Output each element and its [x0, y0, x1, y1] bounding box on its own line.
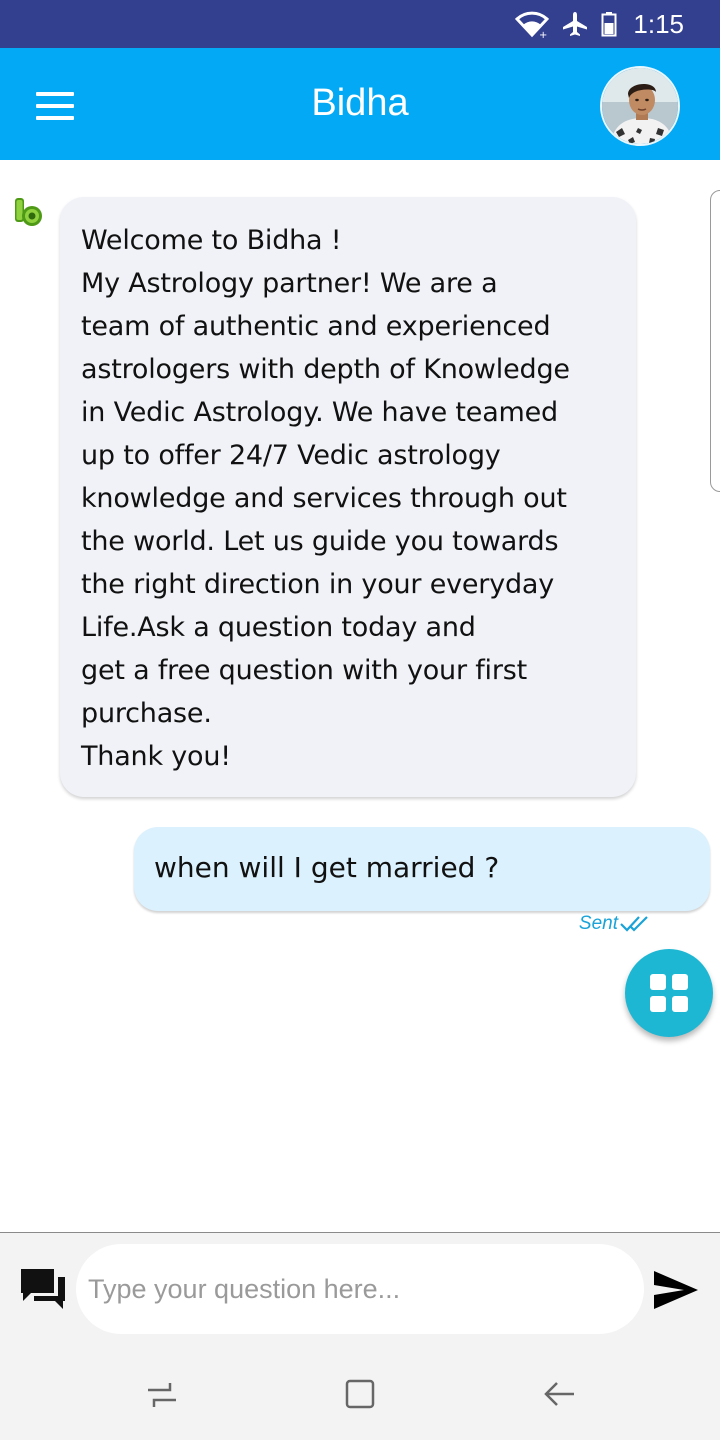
status-time: 1:15	[633, 8, 684, 39]
apps-fab-button[interactable]	[625, 949, 713, 1037]
wifi-icon: +	[515, 11, 550, 39]
user-message-text: when will I get married ?	[154, 851, 500, 884]
user-avatar[interactable]	[600, 66, 680, 146]
double-check-icon	[620, 916, 648, 932]
user-message-bubble: when will I get married ?	[134, 827, 710, 911]
chat-bubbles-icon[interactable]	[18, 1265, 68, 1311]
send-icon[interactable]	[652, 1269, 700, 1311]
bot-message-text: Welcome to Bidha ! My Astrology partner!…	[81, 225, 570, 772]
back-icon[interactable]	[540, 1374, 580, 1414]
airplane-icon	[563, 12, 588, 36]
side-panel-edge[interactable]	[710, 190, 720, 492]
question-input[interactable]	[76, 1244, 644, 1334]
sent-label: Sent	[578, 913, 618, 934]
grid-apps-icon	[650, 974, 688, 1012]
status-bar: + 1:15	[0, 0, 720, 48]
svg-text:+: +	[539, 30, 547, 39]
system-nav-bar	[0, 1352, 720, 1440]
bot-message-bubble: Welcome to Bidha ! My Astrology partner!…	[60, 197, 636, 797]
app-bar: Bidha	[0, 48, 720, 160]
status-icons: + 1:15	[515, 0, 684, 48]
message-status: Sent	[579, 913, 650, 935]
message-composer	[0, 1232, 720, 1352]
avatar-photo	[602, 68, 678, 144]
bidha-logo-icon	[15, 198, 42, 226]
battery-icon	[601, 12, 617, 37]
recents-icon[interactable]	[142, 1374, 182, 1414]
home-icon[interactable]	[340, 1374, 380, 1414]
